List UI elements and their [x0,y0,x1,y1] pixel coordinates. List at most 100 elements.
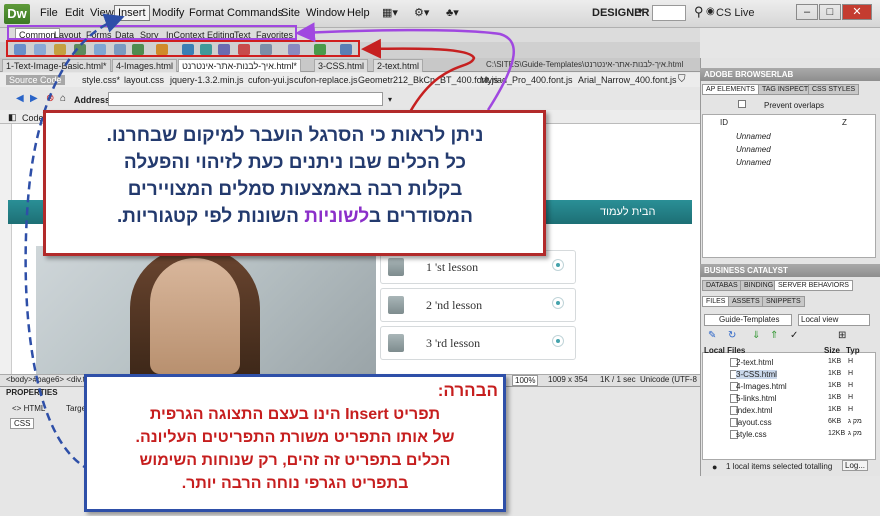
tab-tag-inspector[interactable]: TAG INSPECT [758,84,813,95]
files-header-type[interactable]: Typ [846,346,860,355]
menu-file[interactable]: File [40,7,58,19]
prevent-overlaps-checkbox[interactable] [738,100,746,108]
doc-tab-5[interactable]: 2-text.html [373,59,424,72]
forward-icon[interactable]: ▶ [30,93,38,104]
cslive-button[interactable]: CS Live [716,7,755,19]
refresh-icon[interactable]: ↻ [728,330,736,341]
filter-icon[interactable]: ⛉ [678,74,686,85]
close-button[interactable]: ✕ [842,4,872,20]
home-icon[interactable]: ⌂ [60,93,66,104]
view-select[interactable]: Local view [798,314,870,326]
file-row[interactable]: 2-text.html [736,358,773,367]
tab-files[interactable]: FILES [702,296,730,307]
files-status: 1 local items selected totalling [726,462,833,471]
minimize-button[interactable]: – [796,4,818,20]
doc-tab-1[interactable]: 1-Text-Image-Basic.html* [2,59,111,72]
ap-header-id[interactable]: ID [720,118,728,127]
file-row[interactable]: 4-Images.html [736,382,787,391]
file-type: H [848,394,854,401]
related-file[interactable]: layout.css [124,75,164,85]
callout-line: ניתן לראות כי הסרגל הועבר למיקום שבחרנו. [106,125,484,146]
tab-css-styles[interactable]: CSS STYLES [808,84,860,95]
chevron-down-icon[interactable]: ▾ [388,95,392,104]
callout-line: בקלות רבה באמצעות סמלים המצויירים [127,179,463,200]
files-header-name[interactable]: Local Files [704,346,745,355]
menu-help[interactable]: Help [347,7,370,19]
tab-bindings[interactable]: BINDING [740,280,778,291]
menu-modify[interactable]: Modify [152,7,184,19]
files-header-size[interactable]: Size [824,346,840,355]
related-file[interactable]: Myriad_Pro_400.font.js [480,75,573,85]
related-file[interactable]: cufon-replace.js [294,75,358,85]
cslive-icon[interactable]: ◉ [706,6,715,17]
menu-edit[interactable]: Edit [65,7,84,19]
address-input[interactable] [108,92,383,106]
back-icon[interactable]: ◀ [16,93,24,104]
expand-icon[interactable]: ⊞ [838,330,846,341]
site-select[interactable]: Guide-Templates [704,314,792,326]
callout-line: של אותו התפריט משורת התפריטים העליונה. [135,429,455,446]
html-button[interactable]: <> HTML [12,404,45,413]
stop-icon[interactable]: ⊗ [46,93,54,104]
chevron-down-icon[interactable]: ▾ [638,6,643,17]
lesson-title: 3 'rd lesson [426,336,481,350]
source-code-tab[interactable]: Source Code [6,75,65,85]
callout-highlight: לשוניות [304,206,370,227]
get-icon[interactable]: ⇓ [752,330,760,341]
arrow-icon[interactable] [552,297,564,309]
related-file[interactable]: jquery-1.3.2.min.js [170,75,244,85]
ap-row[interactable]: Unnamed [736,145,771,154]
code-view-icon[interactable]: ◧ [8,112,17,123]
ap-row[interactable]: Unnamed [736,158,771,167]
file-size: 1KB [828,394,842,401]
file-row[interactable]: 5-links.html [736,394,776,403]
related-file[interactable]: Arial_Narrow_400.font.js [578,75,677,85]
home-link[interactable]: הבית לעמוד [600,206,655,218]
arrow-icon[interactable] [552,335,564,347]
file-row[interactable]: index.html [736,406,772,415]
business-catalyst-header[interactable]: BUSINESS CATALYST [700,264,880,277]
ap-row[interactable]: Unnamed [736,132,771,141]
tab-assets[interactable]: ASSETS [728,296,764,307]
maximize-button[interactable]: □ [819,4,841,20]
gear-icon[interactable]: ⚙▾ [414,6,429,19]
css-button[interactable]: CSS [10,418,35,429]
related-file[interactable]: Geometr212_BkCn_BT_400.font.js [358,75,498,85]
target-label: Targe [66,404,87,413]
menu-site[interactable]: Site [281,7,300,19]
put-icon[interactable]: ⇑ [770,330,778,341]
menu-commands[interactable]: Commands [227,7,283,19]
doc-tab-active[interactable]: איך-לבנות-אתר-אינטרנט.html* [178,59,301,72]
tag-selector[interactable]: <body>#page6> <div.t [6,375,85,384]
file-row[interactable]: 3-CSS.html [736,370,777,379]
search-input[interactable] [652,5,686,21]
dreamweaver-logo: Dw [4,4,30,24]
doc-tab-2[interactable]: 4-Images.html [112,59,178,72]
layout-icon[interactable]: ▦▾ [382,6,398,19]
log-button[interactable]: Log... [842,460,869,471]
menu-format[interactable]: Format [189,7,224,19]
menu-view[interactable]: View [90,7,114,19]
window-size[interactable]: 1009 x 354 [548,375,588,384]
file-row[interactable]: layout.css [736,418,772,427]
tab-snippets[interactable]: SNIPPETS [762,296,805,307]
ap-header-z[interactable]: Z [842,118,847,127]
status-ok-icon: ● [712,462,718,472]
related-file[interactable]: cufon-yui.js [248,75,294,85]
browserlab-header[interactable]: ADOBE BROWSERLAB [700,68,880,81]
tab-databases[interactable]: DATABAS [702,280,742,291]
menu-insert[interactable]: Insert [114,5,150,21]
tab-ap-elements[interactable]: AP ELEMENTS [702,84,759,95]
file-row[interactable]: style.css [736,430,767,439]
sync-icon[interactable]: ♣▾ [446,6,459,19]
checkout-icon[interactable]: ✓ [790,330,798,341]
tab-server-behaviors[interactable]: SERVER BEHAVIORS [774,280,853,291]
zoom-select[interactable]: 100% [512,375,539,386]
connect-icon[interactable]: ✎ [708,330,716,341]
menu-window[interactable]: Window [306,7,345,19]
arrow-icon[interactable] [552,259,564,271]
code-view-button[interactable]: Code [22,113,44,123]
search-icon[interactable]: ⚲ [694,4,704,20]
related-file[interactable]: style.css* [82,75,120,85]
doc-tab-4[interactable]: 3-CSS.html [314,59,369,72]
